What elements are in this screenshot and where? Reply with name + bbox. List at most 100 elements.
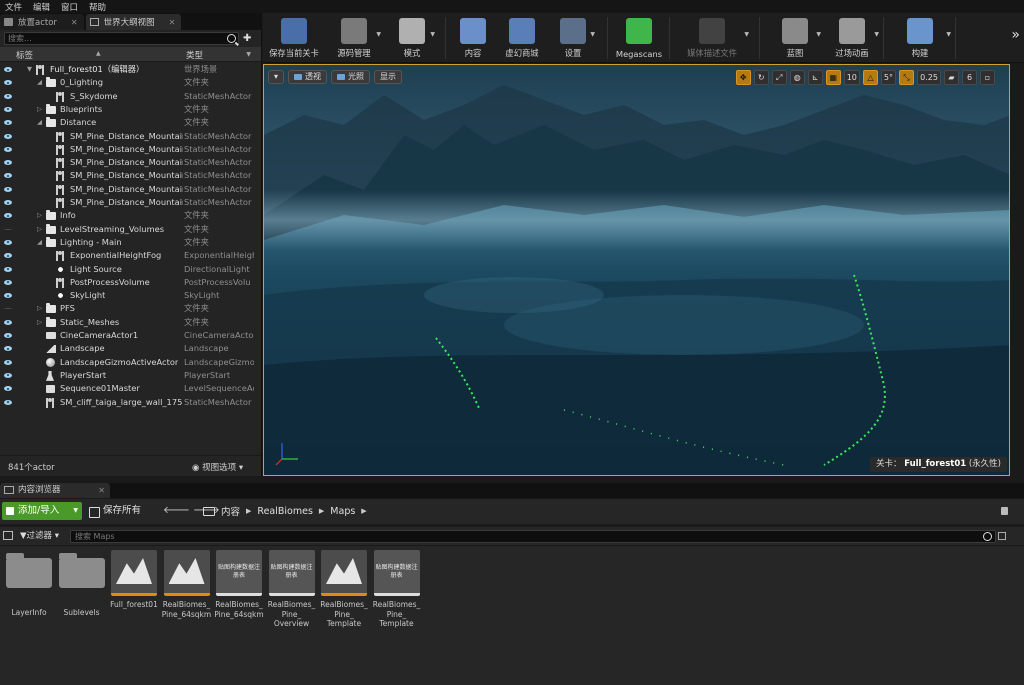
save-all-button[interactable]: 保存所有 [89, 502, 141, 520]
scale-icon[interactable]: ⤢ [771, 70, 787, 85]
maximize-viewport-icon[interactable]: ▫ [980, 70, 995, 85]
outliner-folder-row[interactable]: ▷ Info 文件夹 [0, 209, 261, 222]
toolbar-button[interactable]: 虚幻商城 [497, 13, 547, 63]
column-type[interactable]: 类型 [186, 49, 203, 61]
asset-tile[interactable]: Full_forest01 [109, 550, 159, 610]
toolbar-button[interactable]: 设置 ▼ [549, 13, 597, 63]
visibility-eye-icon[interactable] [4, 305, 13, 312]
outliner-actor-row[interactable]: SM_Pine_Distance_Mountain_6StaticMeshAct… [0, 156, 261, 169]
asset-tile[interactable]: 贴图构建数据注册表 RealBiomes_ Pine_ Template [372, 550, 422, 629]
filters-button[interactable]: ▼过滤器 ▾ [20, 529, 59, 543]
outliner-actor-row[interactable]: ExponentialHeightFog ExponentialHeigh [0, 249, 261, 262]
outliner-folder-row[interactable]: ◢ 0_Lighting 文件夹 [0, 76, 261, 89]
outliner-actor-row[interactable]: SM_Pine_Distance_Mountain_7StaticMeshAct… [0, 169, 261, 182]
chevron-down-icon[interactable]: ▼ [246, 51, 251, 58]
rotation-snap-icon[interactable]: △ [862, 70, 878, 85]
outliner-actor-row[interactable]: Sequence01Master LevelSequenceAc [0, 382, 261, 395]
toolbar-button[interactable]: 媒体描述文件 ▼ [673, 13, 751, 63]
visibility-eye-icon[interactable] [4, 359, 13, 366]
toolbar-button[interactable]: 模式 ▼ [387, 13, 437, 63]
visibility-eye-icon[interactable] [4, 266, 13, 273]
outliner-folder-row[interactable]: ◢ Lighting - Main 文件夹 [0, 236, 261, 249]
add-import-button[interactable]: 添加/导入 ▼ [2, 502, 82, 520]
visibility-eye-icon[interactable] [4, 212, 13, 219]
outliner-folder-row[interactable]: ▷ PFS 文件夹 [0, 302, 261, 315]
visibility-eye-icon[interactable] [4, 119, 13, 126]
outliner-actor-row[interactable]: SM_cliff_taiga_large_wall_175 StaticMeshA… [0, 396, 261, 409]
camera-speed-value[interactable]: 6 [962, 70, 977, 85]
menu-item[interactable]: 文件 [0, 1, 28, 13]
outliner-actor-row[interactable]: S_Skydome StaticMeshActor [0, 90, 261, 103]
camera-speed-icon[interactable]: ▰ [944, 70, 959, 85]
level-viewport[interactable]: ▾ 透视 光照 显示 ✥ ↻ ⤢ ◍ ⊾ ▦ 10 △ 5° ⤡ 0.25 ▰ … [263, 64, 1010, 476]
expand-arrow-icon[interactable]: ◢ [37, 236, 42, 249]
visibility-eye-icon[interactable] [4, 66, 13, 73]
menu-item[interactable]: 帮助 [84, 1, 112, 13]
chevron-down-icon[interactable]: ▼ [590, 31, 595, 38]
toolbar-button[interactable]: 构建 ▼ [887, 13, 953, 63]
visibility-eye-icon[interactable] [4, 239, 13, 246]
scale-snap-value[interactable]: 0.25 [917, 70, 941, 85]
toolbar-button[interactable]: Megascans [611, 13, 667, 63]
toolbar-button[interactable]: 保存当前关卡 [263, 13, 325, 63]
outliner-folder-row[interactable]: ◢ Distance 文件夹 [0, 116, 261, 129]
expand-arrow-icon[interactable]: ▼ [27, 63, 32, 76]
outliner-actor-row[interactable]: SM_Pine_Distance_Mountain_9StaticMeshAct… [0, 196, 261, 209]
breadcrumb-item[interactable]: 内容 [221, 504, 240, 518]
close-icon[interactable]: ✕ [98, 483, 105, 498]
asset-tile[interactable]: 贴图构建数据注册表 RealBiomes_ Pine_64sqkm [214, 550, 264, 619]
outliner-actor-row[interactable]: PlayerStart PlayerStart [0, 369, 261, 382]
folder-asset[interactable]: LayerInfo [4, 550, 54, 618]
column-label[interactable]: 标签 [16, 49, 33, 61]
close-icon[interactable]: ✕ [71, 18, 78, 27]
toolbar-button[interactable]: 过场动画 ▼ [823, 13, 881, 63]
outliner-actor-row[interactable]: SM_Pine_Distance_Mountain_5StaticMeshAct… [0, 143, 261, 156]
breadcrumb-item[interactable]: RealBiomes [257, 506, 313, 517]
toolbar-button[interactable]: 蓝图 ▼ [767, 13, 823, 63]
expand-arrow-icon[interactable]: ▷ [37, 209, 42, 222]
expand-arrow-icon[interactable]: ▷ [37, 302, 42, 315]
lock-icon[interactable] [1001, 507, 1008, 515]
menu-item[interactable]: 窗口 [56, 1, 84, 13]
outliner-actor-row[interactable]: PostProcessVolume PostProcessVolu [0, 276, 261, 289]
breadcrumb-separator-icon[interactable]: ▶ [361, 507, 366, 515]
tab-place-actors[interactable]: 放置actor ✕ [0, 14, 84, 30]
grid-snap-value[interactable]: 10 [843, 70, 860, 85]
close-icon[interactable]: ✕ [169, 18, 176, 27]
visibility-eye-icon[interactable] [4, 385, 13, 392]
expand-arrow-icon[interactable]: ▷ [37, 223, 42, 236]
expand-arrow-icon[interactable]: ◢ [37, 116, 42, 129]
folder-asset[interactable]: Sublevels [57, 550, 107, 618]
outliner-folder-row[interactable]: ▷ LevelStreaming_Volumes 文件夹 [0, 223, 261, 236]
chevron-down-icon[interactable]: ▼ [874, 31, 879, 38]
breadcrumb-separator-icon[interactable]: ▶ [319, 507, 324, 515]
outliner-folder-row[interactable]: ▷ Blueprints 文件夹 [0, 103, 261, 116]
toolbar-button[interactable]: 源码管理 ▼ [325, 13, 383, 63]
outliner-actor-row[interactable]: ▼ Full_forest01（编辑器） 世界场景 [0, 63, 261, 76]
chevron-down-icon[interactable]: ▼ [744, 31, 749, 38]
visibility-eye-icon[interactable] [4, 399, 13, 406]
visibility-eye-icon[interactable] [4, 252, 13, 259]
visibility-eye-icon[interactable] [4, 345, 13, 352]
visibility-eye-icon[interactable] [4, 319, 13, 326]
visibility-eye-icon[interactable] [4, 372, 13, 379]
visibility-eye-icon[interactable] [4, 133, 13, 140]
rotate-icon[interactable]: ↻ [753, 70, 769, 85]
outliner-folder-row[interactable]: ▷ Static_Meshes 文件夹 [0, 316, 261, 329]
breadcrumb-item[interactable]: Maps [330, 506, 355, 517]
asset-tile[interactable]: 贴图构建数据注册表 RealBiomes_ Pine_ Overview [267, 550, 317, 629]
outliner-actor-row[interactable]: CineCameraActor1 CineCameraActor [0, 329, 261, 342]
toolbar-button[interactable]: 内容 [449, 13, 497, 63]
lit-button[interactable]: 光照 [331, 70, 371, 84]
perspective-button[interactable]: 透视 [288, 70, 328, 84]
tab-content-browser[interactable]: 内容浏览器 ✕ [0, 483, 110, 498]
outliner-actor-row[interactable]: SM_Pine_Distance_Mountain_8StaticMeshAct… [0, 183, 261, 196]
visibility-eye-icon[interactable] [4, 93, 13, 100]
tab-world-outliner[interactable]: 世界大纲视图 ✕ [85, 14, 182, 30]
visibility-eye-icon[interactable] [4, 159, 13, 166]
save-search-icon[interactable] [998, 532, 1006, 540]
visibility-eye-icon[interactable] [4, 79, 13, 86]
expand-arrow-icon[interactable]: ◢ [37, 76, 42, 89]
rotation-snap-value[interactable]: 5° [880, 70, 896, 85]
outliner-actor-row[interactable]: Light Source DirectionalLight [0, 263, 261, 276]
